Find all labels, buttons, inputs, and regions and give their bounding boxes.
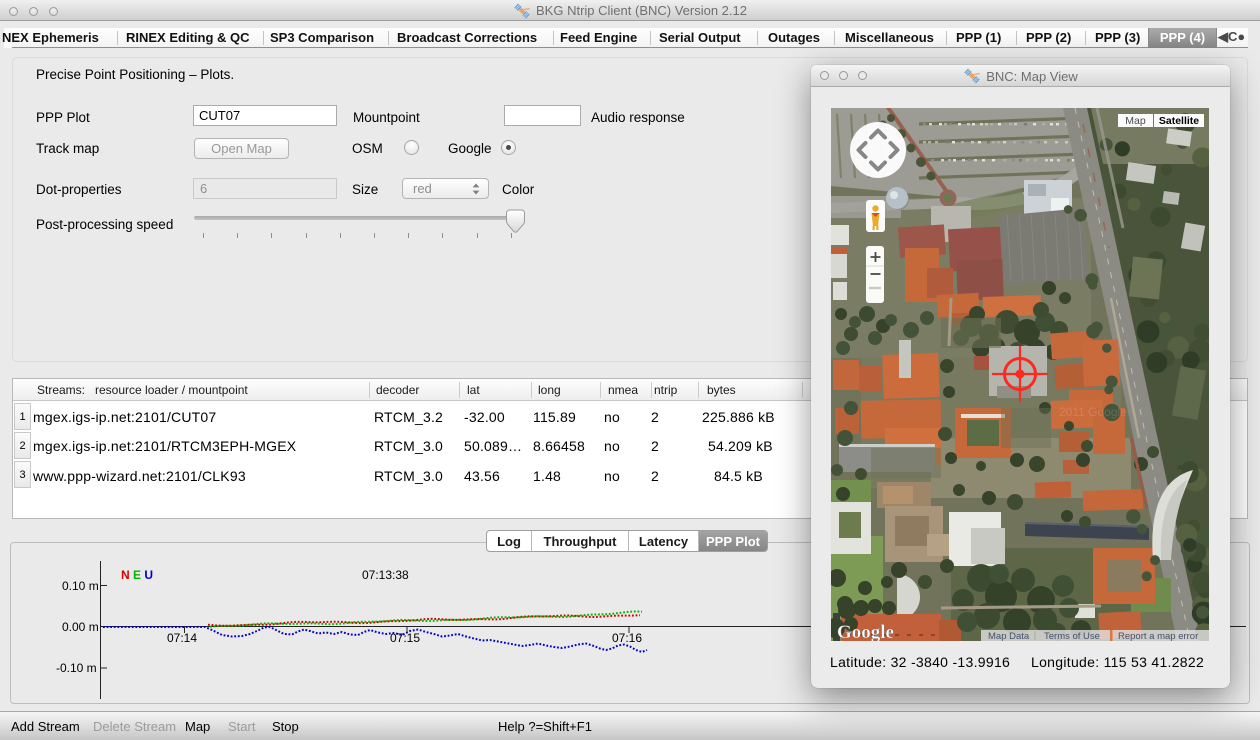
svg-text:Satellite: Satellite xyxy=(1159,115,1199,127)
svg-text:Map Data: Map Data xyxy=(988,631,1030,641)
svg-text:Report a map error: Report a map error xyxy=(1118,631,1198,641)
svg-text:Map: Map xyxy=(1125,115,1146,127)
svg-text:Terms of Use: Terms of Use xyxy=(1044,631,1100,641)
svg-text:Google: Google xyxy=(837,622,894,641)
svg-text:2011 Google: 2011 Google xyxy=(1059,405,1127,419)
